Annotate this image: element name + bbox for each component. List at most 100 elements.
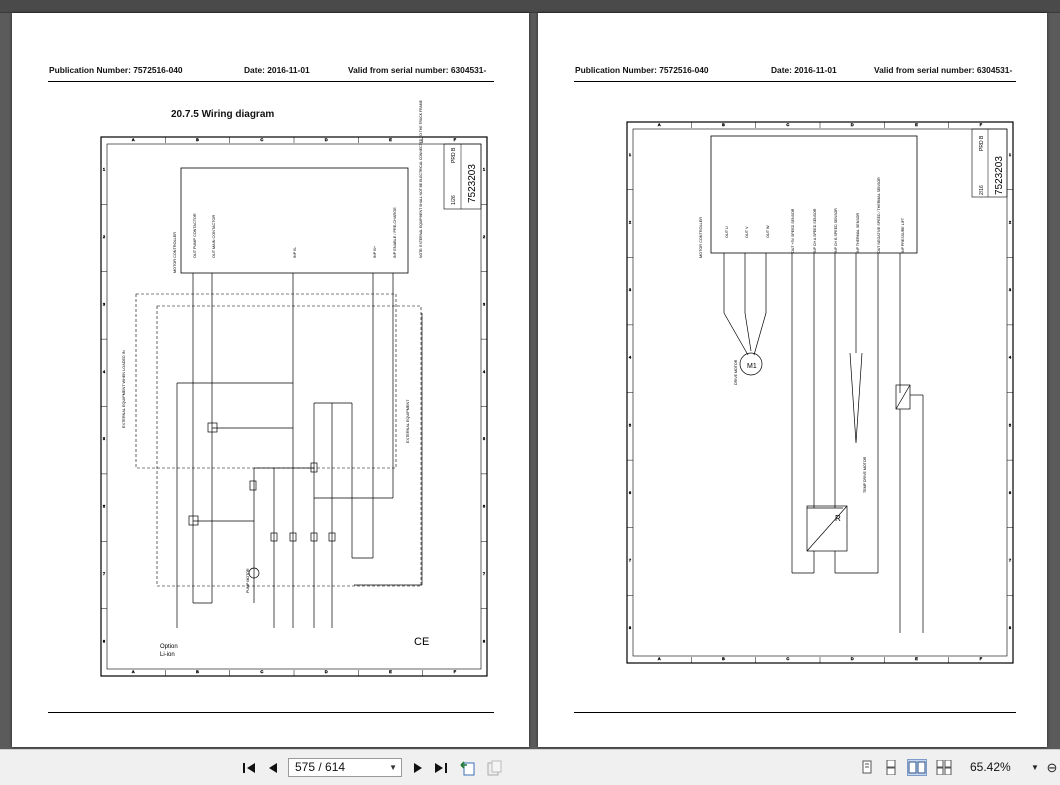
footer-rule bbox=[48, 712, 494, 713]
single-page-view-button[interactable] bbox=[860, 760, 874, 775]
grid-number: 5 bbox=[103, 436, 106, 441]
grid-number: 4 bbox=[629, 355, 632, 360]
grid-letter: C bbox=[786, 656, 789, 661]
grid-number: 1 bbox=[1009, 152, 1012, 157]
grid-number: 6 bbox=[1009, 490, 1012, 495]
continuous-facing-view-button[interactable] bbox=[936, 759, 952, 776]
grid-number: 3 bbox=[103, 301, 106, 306]
grid-number: 4 bbox=[1009, 355, 1012, 360]
grid-number: 5 bbox=[629, 422, 632, 427]
first-page-button[interactable] bbox=[240, 750, 258, 785]
b-minus-label: INP B- bbox=[293, 246, 297, 258]
grid-number: 7 bbox=[629, 558, 632, 563]
go-back-view-button[interactable] bbox=[458, 750, 478, 785]
grid-number: 7 bbox=[483, 571, 486, 576]
grid-letter: E bbox=[389, 669, 392, 674]
drawing-number: 7523203 bbox=[467, 164, 478, 203]
grid-letter: B bbox=[196, 669, 199, 674]
ext-equipment-left-label: EXTERNAL EQUIPMENT WHEN LOADED IN bbox=[122, 350, 126, 428]
chevron-down-icon[interactable]: ▼ bbox=[389, 759, 397, 776]
grid-number: 5 bbox=[1009, 422, 1012, 427]
grid-letter: A bbox=[658, 122, 661, 127]
continuous-view-button[interactable] bbox=[884, 759, 898, 776]
grid-number: 2 bbox=[629, 219, 632, 224]
drive-motor-label: DRIVE MOTOR bbox=[734, 359, 738, 385]
page-number-input[interactable]: 575 / 614 ▼ bbox=[288, 758, 402, 777]
next-page-button[interactable] bbox=[409, 750, 427, 785]
last-page-button[interactable] bbox=[432, 750, 450, 785]
document-page-right: Publication Number: 7572516-040 Date: 20… bbox=[538, 13, 1047, 747]
option-sub-label: Li-ion bbox=[160, 652, 175, 658]
pump-motor-label: PUMP MOTOR bbox=[246, 568, 250, 593]
sensor-r-label: R bbox=[835, 514, 841, 523]
grid-letter: D bbox=[325, 669, 328, 674]
grid-letter: C bbox=[260, 669, 263, 674]
window-top-strip bbox=[0, 0, 1060, 13]
controller-label: MOTOR CONTROLLER bbox=[699, 217, 703, 258]
grid-letter: A bbox=[132, 669, 135, 674]
grid-number: 6 bbox=[483, 504, 486, 509]
wiring-diagram-sheet-2: A A B B C C D D E E F F 1 1 2 2 3 3 4 4 5 5 6 6 7 7 8 8 7523203 2/1… bbox=[626, 121, 1014, 664]
grid-letter: F bbox=[980, 656, 983, 661]
footer-rule bbox=[574, 712, 1016, 713]
grid-number: 4 bbox=[483, 369, 486, 374]
out-v-label: OUT V bbox=[745, 226, 749, 238]
back-view-icon bbox=[460, 760, 475, 775]
grid-letter: A bbox=[658, 656, 661, 661]
ce-mark: CE bbox=[414, 636, 429, 648]
neg-speed-label: OUT NEGATIVE SPEED / THERMAL SENSOR bbox=[877, 177, 881, 253]
continuous-facing-icon bbox=[936, 759, 952, 776]
previous-page-button[interactable] bbox=[264, 750, 282, 785]
last-page-icon bbox=[435, 762, 447, 773]
grid-letter: B bbox=[722, 122, 725, 127]
grid-number: 1 bbox=[629, 152, 632, 157]
go-forward-view-button[interactable] bbox=[484, 750, 504, 785]
zoom-out-button[interactable]: ⊖ bbox=[1044, 750, 1060, 785]
grid-number: 1 bbox=[483, 167, 486, 172]
grid-letter: D bbox=[325, 137, 328, 142]
option-label: Option bbox=[160, 644, 178, 650]
grid-number: 3 bbox=[483, 301, 486, 306]
speed-sensor-out-label: OUT +5V SPEED SENSOR bbox=[791, 208, 795, 253]
revision: PRD B bbox=[451, 147, 457, 163]
facing-pages-view-button[interactable] bbox=[907, 759, 927, 776]
grid-letter: F bbox=[454, 137, 457, 142]
thermal-label: INP THERMAL SENSOR bbox=[856, 213, 860, 253]
chevron-down-icon: ▼ bbox=[1031, 763, 1039, 772]
next-page-icon bbox=[414, 762, 422, 773]
grid-number: 2 bbox=[483, 234, 486, 239]
forward-view-icon bbox=[487, 760, 502, 775]
temp-drive-motor-label: TEMP DRIVE MOTOR bbox=[863, 456, 867, 493]
controller-label: MOTOR CONTROLLER bbox=[173, 232, 177, 273]
b-plus-label: INP B+ bbox=[373, 245, 377, 258]
out-u-label: OUT U bbox=[725, 226, 729, 238]
zoom-out-icon: ⊖ bbox=[1046, 759, 1058, 775]
grid-letter: E bbox=[915, 122, 918, 127]
grid-letter: E bbox=[389, 137, 392, 142]
page-number-value: 575 / 614 bbox=[295, 760, 346, 774]
grid-letter: F bbox=[980, 122, 983, 127]
wiring-diagram-sheet-1: A A B B C C D D E E F F 1 1 2 2 3 3 4 4 5 5 6 6 7 7 8 8 7523203 1/2… bbox=[100, 99, 488, 677]
facing-pages-icon bbox=[908, 761, 926, 774]
document-page-left: Publication Number: 7572516-040 Date: 20… bbox=[12, 13, 529, 747]
ext-equipment-right-label: EXTERNAL EQUIPMENT bbox=[406, 399, 410, 443]
speed-ch-b-label: INP CH B SPEED SENSOR bbox=[834, 208, 838, 253]
grid-letter: D bbox=[851, 656, 854, 661]
zoom-level[interactable]: 65.42% bbox=[970, 750, 1011, 785]
grid-letter: D bbox=[851, 122, 854, 127]
out-w-label: OUT W bbox=[766, 225, 770, 238]
grid-number: 8 bbox=[629, 625, 632, 630]
previous-page-icon bbox=[269, 762, 277, 773]
grid-number: 2 bbox=[103, 234, 106, 239]
note-label: NOTE: EXTERNAL EQUIPMENT SHALL NOT BE EL… bbox=[419, 99, 423, 258]
grid-letter: B bbox=[722, 656, 725, 661]
grid-number: 7 bbox=[103, 571, 106, 576]
pump-contactor-label: OUT PUMP CONTACTOR bbox=[193, 213, 197, 258]
speed-ch-a-label: INP CH A SPEED SENSOR bbox=[813, 208, 817, 253]
grid-number: 2 bbox=[1009, 219, 1012, 224]
grid-number: 3 bbox=[629, 287, 632, 292]
enable-label: INP ENABLE / PRE-CHARGE bbox=[393, 207, 397, 258]
main-contactor-label: OUT MAIN CONTACTOR bbox=[212, 214, 216, 258]
zoom-dropdown[interactable]: ▼ bbox=[1030, 750, 1040, 785]
grid-number: 5 bbox=[483, 436, 486, 441]
